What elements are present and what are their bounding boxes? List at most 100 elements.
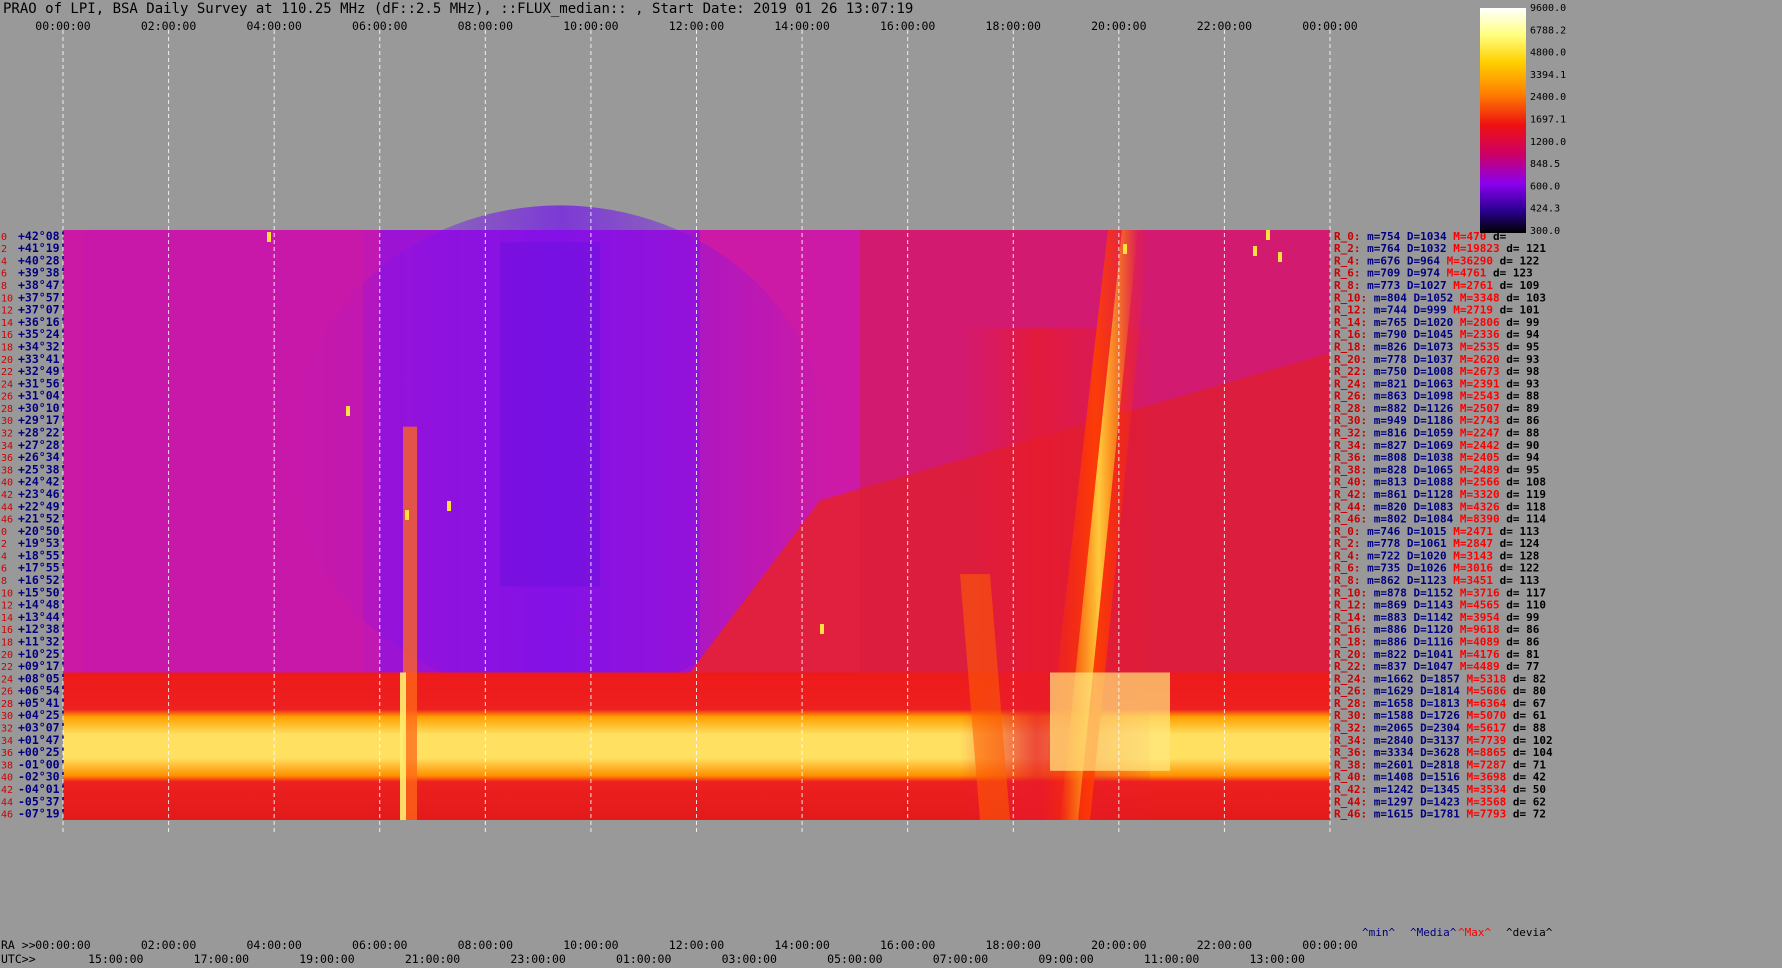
- burst-spot: [1253, 246, 1257, 256]
- stat-D: 1037: [1427, 353, 1454, 366]
- bottom-ra-tick-label: 12:00:00: [669, 938, 724, 952]
- stat-d: d= 81: [1506, 648, 1539, 661]
- stat-M: 2442: [1473, 439, 1500, 452]
- row-index-label: 32: [1, 724, 13, 735]
- stat-M: 2743: [1473, 414, 1500, 427]
- stat-M: 9618: [1473, 623, 1500, 636]
- utc-tick-label: 09:00:00: [1038, 952, 1093, 966]
- stat-m: 746: [1380, 525, 1400, 538]
- stat-D: 1186: [1427, 414, 1454, 427]
- stat-d: d= 94: [1506, 328, 1539, 341]
- stat-m: 886: [1387, 635, 1407, 648]
- stat-r: R_16:: [1334, 623, 1367, 636]
- stat-M: 8390: [1473, 513, 1500, 526]
- stat-r: R_38:: [1334, 463, 1367, 476]
- stat-m: 2601: [1387, 758, 1414, 771]
- row-index-label: 34: [1, 441, 13, 452]
- stat-M: 2535: [1473, 340, 1500, 353]
- burst-spot: [1278, 252, 1282, 262]
- stat-m: 813: [1387, 476, 1407, 489]
- row-index-label: 22: [1, 662, 13, 673]
- stat-d: d= 93: [1506, 377, 1539, 390]
- stat-r: R_24:: [1334, 377, 1367, 390]
- stats-legend-label: ^Media^: [1410, 926, 1457, 939]
- stats-row: R_12: m=744 D=999 M=2719 d= 101: [1334, 304, 1540, 317]
- colorbar-tick-label: 300.0: [1530, 226, 1560, 237]
- stat-r: R_34:: [1334, 439, 1367, 452]
- stats-legend-label: ^Max^: [1458, 926, 1491, 939]
- stat-d: d= 72: [1513, 808, 1546, 821]
- flux-heatmap-chart: 00:00:00 02:00:00 04:00:00 06:00:00 08:00:00…: [1, 3, 1566, 966]
- stat-r: R_30:: [1334, 414, 1367, 427]
- stat-r: R_26:: [1334, 685, 1367, 698]
- stat-M: 2847: [1467, 537, 1494, 550]
- stats-row: R_26: m=863 D=1098 M=2543 d= 88: [1334, 390, 1539, 403]
- colorbar-tick-label: 4800.0: [1530, 48, 1566, 59]
- bottom-ra-tick-label: 02:00:00: [141, 938, 196, 952]
- colorbar-gradient: [1480, 8, 1526, 233]
- stat-m: 861: [1387, 488, 1407, 501]
- stat-D: 1059: [1427, 427, 1454, 440]
- top-ra-tick-label: 08:00:00: [458, 19, 513, 33]
- stat-m: 744: [1387, 304, 1407, 317]
- stat-m: 886: [1387, 623, 1407, 636]
- stat-m: 828: [1387, 463, 1407, 476]
- stat-r: R_44:: [1334, 795, 1367, 808]
- stat-M: 4326: [1473, 500, 1500, 513]
- stat-r: R_18:: [1334, 635, 1367, 648]
- row-index-label: 6: [1, 564, 7, 575]
- burst-spot: [1123, 244, 1127, 254]
- colorbar-tick-label: 1200.0: [1530, 137, 1566, 148]
- stat-m: 869: [1387, 599, 1407, 612]
- stat-d: d= 108: [1506, 476, 1546, 489]
- stat-d: d= 67: [1513, 697, 1546, 710]
- stat-D: 1020: [1427, 316, 1454, 329]
- stat-d: d= 119: [1506, 488, 1546, 501]
- row-index-label: 8: [1, 281, 7, 292]
- stats-row: R_2: m=764 D=1032 M=19823 d= 121: [1334, 242, 1546, 255]
- stat-D: 999: [1427, 304, 1447, 317]
- row-index-label: 16: [1, 625, 13, 636]
- stat-r: R_4:: [1334, 549, 1361, 562]
- colorbar-tick-label: 424.3: [1530, 204, 1560, 215]
- colorbar-tick-label: 3394.1: [1530, 70, 1566, 81]
- row-index-label: 28: [1, 404, 13, 415]
- row-index-label: 6: [1, 269, 7, 280]
- row-index-label: 32: [1, 429, 13, 440]
- stat-d: d= 124: [1500, 537, 1540, 550]
- row-index-label: 0: [1, 232, 7, 243]
- stat-r: R_28:: [1334, 697, 1367, 710]
- stat-m: 863: [1387, 390, 1407, 403]
- stat-r: R_46:: [1334, 513, 1367, 526]
- stat-D: 1813: [1433, 697, 1460, 710]
- stats-row: R_14: m=883 D=1142 M=3954 d= 99: [1334, 611, 1539, 624]
- stat-M: 4176: [1473, 648, 1500, 661]
- top-ra-tick-label: 22:00:00: [1197, 19, 1252, 33]
- stat-r: R_22:: [1334, 365, 1367, 378]
- top-ra-tick-label: 04:00:00: [246, 19, 301, 33]
- stat-M: 3016: [1467, 562, 1494, 575]
- stat-M: 2489: [1473, 463, 1500, 476]
- stat-m: 1629: [1387, 685, 1414, 698]
- stat-d: d= 109: [1500, 279, 1540, 292]
- stat-D: 1088: [1427, 476, 1454, 489]
- row-index-label: 2: [1, 244, 7, 255]
- bottom-ra-tick-label: 18:00:00: [986, 938, 1041, 952]
- stat-M: 2391: [1473, 377, 1500, 390]
- row-index-label: 4: [1, 551, 7, 562]
- stat-r: R_10:: [1334, 586, 1367, 599]
- stat-r: R_42:: [1334, 488, 1367, 501]
- stat-r: R_32:: [1334, 427, 1367, 440]
- stat-d: d= 82: [1513, 672, 1546, 685]
- west-tone: [63, 230, 363, 673]
- stat-m: 2840: [1387, 734, 1414, 747]
- stat-m: 1297: [1387, 795, 1414, 808]
- stat-D: 1069: [1427, 439, 1454, 452]
- stats-row: R_4: m=676 D=964 M=36290 d= 122: [1334, 254, 1539, 267]
- stat-r: R_8:: [1334, 279, 1361, 292]
- stat-d: d= 90: [1506, 439, 1539, 452]
- stat-r: R_24:: [1334, 672, 1367, 685]
- stat-M: 7793: [1480, 808, 1507, 821]
- stats-row: R_4: m=722 D=1020 M=3143 d= 128: [1334, 549, 1539, 562]
- top-ra-tick-label: 18:00:00: [986, 19, 1041, 33]
